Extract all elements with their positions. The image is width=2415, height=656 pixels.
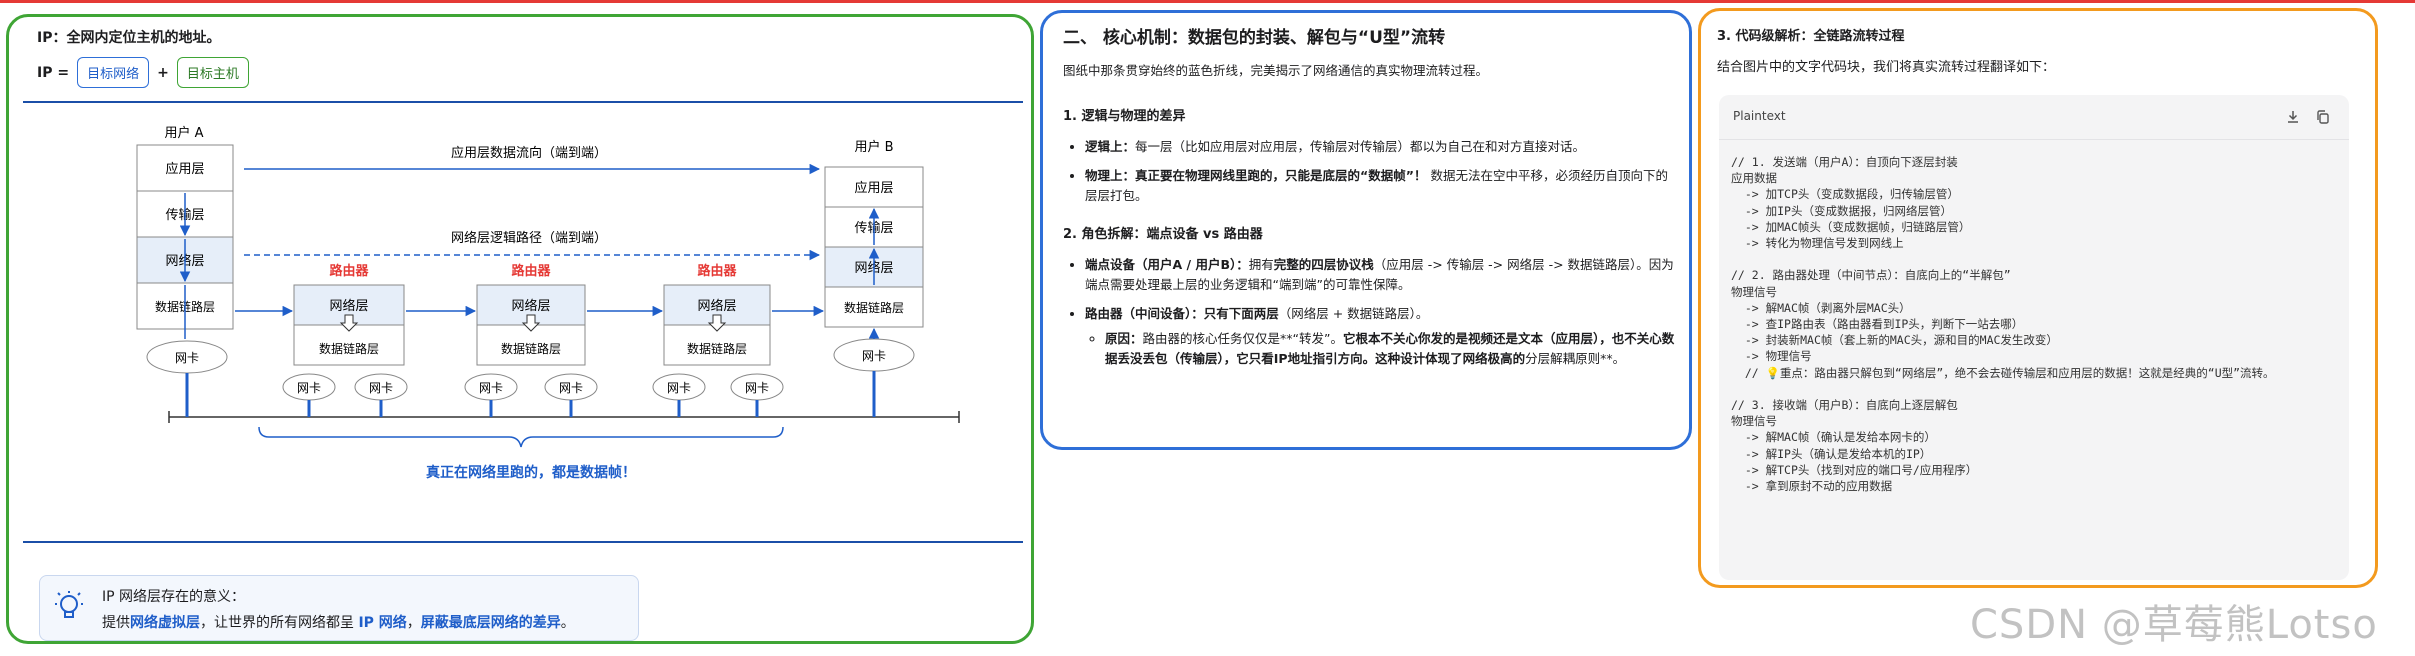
code-language: Plaintext [1733,109,1786,123]
user-b-nic: 网卡 [862,349,886,363]
net-path-label: 网络层逻辑路径（端到端） [451,230,607,246]
physical-bold: 真正要在物理网线里跑的，只能是底层的“数据帧”！ [1135,168,1427,184]
lightbulb-icon [55,591,83,618]
router-2: 路由器 网络层 数据链路层 网卡 网卡 [464,263,598,401]
tip-end: 。 [560,615,575,631]
router-2-datalink: 数据链路层 [501,341,561,356]
download-icon[interactable] [2285,109,2301,125]
router-3-label: 路由器 [697,263,737,279]
eq-ip-label: IP = [37,64,70,81]
router-1-nic-a: 网卡 [297,381,321,395]
list-item: 端点设备（用户A / 用户B）：拥有完整的四层协议栈（应用层 -> 传输层 ->… [1085,255,1675,294]
list-item: 逻辑上：每一层（比如应用层对应用层，传输层对传输层）都以为自己在和对方直接对话。 [1085,137,1675,156]
code-analysis-panel: 3. 代码级解析：全链路流转过程 结合图片中的文字代码块，我们将真实流转过程翻译… [1698,8,2378,588]
tip-highlight-2: IP 网络 [358,615,407,631]
router-role-text: （网络层 + 数据链路层）。 [1278,305,1429,321]
router-2-nic-b: 网卡 [559,381,583,395]
router-2-network: 网络层 [511,298,550,314]
user-b-datalink-layer: 数据链路层 [844,300,904,315]
user-a-app-layer: 应用层 [165,161,204,177]
network-chip: 目标网络 [77,57,150,88]
code-section-intro: 结合图片中的文字代码块，我们将真实流转过程翻译如下： [1717,60,2056,75]
watermark: CSDN @草莓熊Lotso [1970,602,2378,648]
code-content: // 1. 发送端（用户A）：自顶向下逐层封装 应用数据 -> 加TCP头（变成… [1731,155,2275,494]
tip-box: IP 网络层存在的意义： 提供网络虚拟层，让世界的所有网络都呈 IP 网络，屏蔽… [39,575,639,641]
list-item: 原因：路由器的核心任务仅仅是**“转发”。它根本不关心你发的是视频还是文本（应用… [1105,329,1675,368]
app-flow-label: 应用层数据流向（端到端） [451,145,607,161]
router-2-label: 路由器 [511,263,551,279]
tip-highlight-3: 屏蔽最底层网络的差异 [420,615,561,631]
subsection-1-list: 逻辑上：每一层（比如应用层对应用层，传输层对传输层）都以为自己在和对方直接对话。… [1063,137,1675,205]
router-3-datalink: 数据链路层 [687,341,747,356]
tip-mid: ，让世界的所有网络都呈 [200,615,354,631]
subsection-2-title: 2. 角色拆解：端点设备 vs 路由器 [1063,226,1263,242]
ip-label: IP： [37,30,67,46]
list-item: 物理上：真正要在物理网线里跑的，只能是底层的“数据帧”！ 数据无法在空中平移，必… [1085,166,1675,205]
ip-definition-text: 全网内定位主机的地址。 [66,30,221,46]
user-a-nic: 网卡 [175,351,199,365]
ip-diagram-panel: IP：全网内定位主机的地址。 IP = 目标网络 + 目标主机 用户 A 应用层… [6,14,1034,644]
subsection-2-list: 端点设备（用户A / 用户B）：拥有完整的四层协议栈（应用层 -> 传输层 ->… [1063,255,1675,368]
router-role-label: 路由器（中间设备）：只有下面两层 [1085,305,1279,321]
router-1-nic-b: 网卡 [369,381,393,395]
eq-plus: + [157,64,169,81]
code-section-title: 3. 代码级解析：全链路流转过程 [1717,29,1905,44]
logic-label: 逻辑上： [1085,138,1136,154]
core-mechanism-panel: 二、 核心机制：数据包的封装、解包与“U型”流转 图纸中那条贯穿始终的蓝色折线，… [1040,10,1692,450]
copy-icon[interactable] [2315,109,2331,125]
user-b-app-layer: 应用层 [854,180,893,196]
endpoint-pre: 拥有 [1248,257,1274,273]
router-2-nic-a: 网卡 [479,381,503,395]
tip-highlight-1: 网络虚拟层 [130,615,200,631]
code-block-header: Plaintext [1719,95,2349,140]
router-1-label: 路由器 [329,263,369,279]
divider-bottom [23,541,1023,543]
user-b-label: 用户 B [854,139,893,155]
section-intro: 图纸中那条贯穿始终的蓝色折线，完美揭示了网络通信的真实物理流转过程。 [1063,63,1489,79]
router-1-datalink: 数据链路层 [319,341,379,356]
router-1-network: 网络层 [329,298,368,314]
logic-text: 每一层（比如应用层对应用层，传输层对传输层）都以为自己在和对方直接对话。 [1135,138,1586,154]
router-3-nic-a: 网卡 [667,381,691,395]
section-title: 二、 核心机制：数据包的封装、解包与“U型”流转 [1063,28,1446,48]
user-a-label: 用户 A [164,125,203,141]
physical-label: 物理上： [1085,168,1136,184]
packet-flow-diagram: 用户 A 应用层 传输层 网络层 数据链路层 网卡 用户 B 应用层 传输层 网… [136,125,960,481]
router-1: 路由器 网络层 数据链路层 网卡 网卡 [282,263,408,401]
endpoint-bold: 完整的四层协议栈 [1273,257,1374,273]
reason-label: 原因： [1105,331,1143,347]
top-accent-line [0,0,2415,3]
host-chip: 目标主机 [176,57,249,88]
ip-definition: IP：全网内定位主机的地址。 [37,27,220,47]
ip-equation: IP = 目标网络 + 目标主机 [37,57,249,88]
tip-title: IP 网络层存在的意义： [102,589,246,605]
list-item: 路由器（中间设备）：只有下面两层（网络层 + 数据链路层）。 原因：路由器的核心… [1085,304,1675,368]
tip-sep: ， [406,615,421,631]
endpoint-label: 端点设备（用户A / 用户B）： [1085,257,1249,273]
code-block: Plaintext // 1. 发送端（用户A）：自顶向下逐层封装 应用数据 -… [1719,95,2349,580]
reason-list: 原因：路由器的核心任务仅仅是**“转发”。它根本不关心你发的是视频还是文本（应用… [1085,329,1675,368]
subsection-1-title: 1. 逻辑与物理的差异 [1063,108,1186,124]
bottom-brace [258,426,784,448]
tip-body: 提供网络虚拟层，让世界的所有网络都呈 IP 网络，屏蔽最底层网络的差异。 [102,612,575,632]
reason-end: 分层解耦原则**。 [1525,350,1626,366]
router-3-network: 网络层 [697,298,736,314]
reason-text: 路由器的核心任务仅仅是**“转发”。 [1142,331,1343,347]
router-3: 路由器 网络层 数据链路层 网卡 网卡 [652,263,784,401]
divider-top [23,101,1023,103]
router-3-nic-b: 网卡 [745,381,769,395]
tip-pre: 提供 [102,615,130,631]
bottom-caption: 真正在网络里跑的，都是数据帧！ [426,464,636,481]
